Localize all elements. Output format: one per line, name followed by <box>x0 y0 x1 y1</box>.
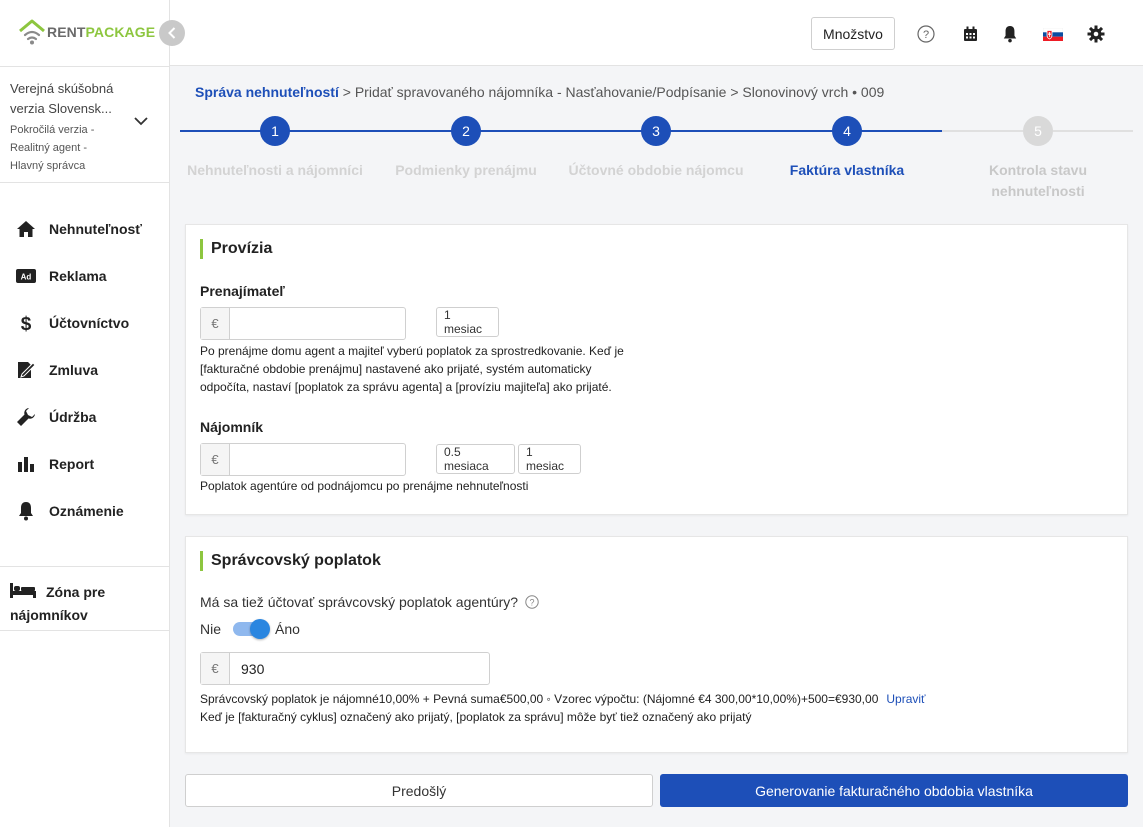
svg-text:Ad: Ad <box>21 272 32 281</box>
ad-icon: Ad <box>15 265 37 287</box>
bar-chart-icon <box>15 453 37 475</box>
sidebar-item-label: Údržba <box>49 408 97 425</box>
sidebar-item-report[interactable]: Report <box>0 440 170 487</box>
sidebar-item-ads[interactable]: Ad Reklama <box>0 252 170 299</box>
svg-text:?: ? <box>529 597 534 607</box>
management-fee-toggle-row: Nie Áno <box>200 619 300 639</box>
step-number: 5 <box>1023 116 1053 146</box>
edit-formula-link[interactable]: Upraviť <box>886 692 925 706</box>
management-fee-note: Keď je [fakturačný cyklus] označený ako … <box>200 710 752 724</box>
tenant-commission-input[interactable]: € <box>200 443 406 476</box>
bell-icon[interactable] <box>1000 24 1020 44</box>
calendar-icon[interactable] <box>960 24 980 44</box>
contract-icon <box>15 359 37 381</box>
step-number: 2 <box>451 116 481 146</box>
chevron-down-icon[interactable] <box>134 117 148 126</box>
breadcrumb-link-property-management[interactable]: Správa nehnuteľností <box>195 84 339 100</box>
sidebar-item-label: Report <box>49 455 95 472</box>
sidebar-item-tenant-zone[interactable]: Zóna pre nájomníkov <box>0 566 170 631</box>
tenant-commission-value[interactable] <box>230 444 405 475</box>
account-role: Pokročilá verzia - Realitný agent - Hlav… <box>10 124 95 172</box>
step-4[interactable]: 4 Faktúra vlastníka <box>752 116 942 181</box>
sidebar-item-label: Zmluva <box>49 361 99 378</box>
currency-prefix: € <box>201 308 230 339</box>
account-switcher[interactable]: Verejná skúšobná verzia Slovensk... Pokr… <box>0 66 170 183</box>
management-fee-input[interactable]: € 930 <box>200 652 490 685</box>
currency-prefix: € <box>201 653 230 684</box>
sidebar-collapse-button[interactable] <box>159 20 185 46</box>
management-fee-question-text: Má sa tiež účtovať správcovský poplatok … <box>200 594 519 610</box>
sidebar-item-label: Nehnuteľnosť <box>49 220 142 237</box>
slovak-flag-icon[interactable] <box>1043 24 1063 44</box>
svg-text:?: ? <box>923 29 929 41</box>
wrench-icon <box>15 406 37 428</box>
previous-button[interactable]: Predošlý <box>185 774 653 807</box>
toggle-off-label: Nie <box>200 621 222 637</box>
formula-text: Správcovský poplatok je nájomné10,00% + … <box>200 692 879 706</box>
currency-prefix: € <box>201 444 230 475</box>
tenant-help-text: Poplatok agentúre od podnájomcu po prená… <box>200 479 529 493</box>
generate-owner-billing-button[interactable]: Generovanie fakturačného obdobia vlastní… <box>660 774 1128 807</box>
step-label: Účtovné obdobie nájomcu <box>568 162 744 178</box>
step-3[interactable]: 3 Účtovné obdobie nájomcu <box>561 116 751 181</box>
tenant-label: Nájomník <box>200 419 264 435</box>
logo[interactable]: RENTPACKAGE <box>17 18 155 46</box>
commission-title: Provízia <box>200 239 272 259</box>
step-label: Faktúra vlastníka <box>789 162 905 178</box>
sidebar: RENTPACKAGE Verejná skúšobná verzia Slov… <box>0 0 170 827</box>
step-5[interactable]: 5 Kontrola stavu nehnuteľnosti <box>943 116 1133 202</box>
home-icon <box>15 218 37 240</box>
tenant-chip-1-month[interactable]: 1 mesiac <box>518 444 581 474</box>
logo-text: RENTPACKAGE <box>47 24 156 40</box>
sidebar-item-notifications[interactable]: Oznámenie <box>0 487 170 534</box>
step-label: Podmienky prenájmu <box>395 162 537 178</box>
management-fee-value[interactable]: 930 <box>230 653 489 684</box>
svg-text:$: $ <box>21 314 32 333</box>
sidebar-item-label: Oznámenie <box>49 502 124 519</box>
chevron-left-icon <box>168 27 176 39</box>
management-fee-question: Má sa tiež účtovať správcovský poplatok … <box>200 594 539 610</box>
landlord-chip-1-month[interactable]: 1 mesiac <box>436 307 499 337</box>
help-icon[interactable]: ? <box>916 24 936 44</box>
breadcrumb-path: > Pridať spravovaného nájomníka - Nasťah… <box>338 84 885 100</box>
commission-card: Provízia Prenajímateľ € 1 mesiac Po pren… <box>185 224 1128 515</box>
topbar: Množstvo ? <box>170 0 1143 66</box>
dollar-icon: $ <box>15 312 37 334</box>
sidebar-item-label: Účtovníctvo <box>49 314 130 331</box>
landlord-label: Prenajímateľ <box>200 283 285 299</box>
step-number: 3 <box>641 116 671 146</box>
gear-icon[interactable] <box>1086 24 1106 44</box>
sidebar-item-property[interactable]: Nehnuteľnosť <box>0 205 170 252</box>
step-1[interactable]: 1 Nehnuteľnosti a nájomníci <box>180 116 370 181</box>
account-name: Verejná skúšobná verzia Slovensk... <box>10 81 114 116</box>
help-icon[interactable]: ? <box>525 595 539 609</box>
quantity-button[interactable]: Množstvo <box>811 17 895 50</box>
sidebar-nav: Nehnuteľnosť Ad Reklama $ Účtovníctvo Zm… <box>0 205 170 534</box>
sidebar-item-maintenance[interactable]: Údržba <box>0 393 170 440</box>
sidebar-item-label: Reklama <box>49 267 107 284</box>
landlord-commission-value[interactable] <box>230 308 405 339</box>
step-number: 4 <box>832 116 862 146</box>
step-label: Kontrola stavu nehnuteľnosti <box>988 162 1087 199</box>
bell-icon <box>15 500 37 522</box>
management-fee-title: Správcovský poplatok <box>200 551 381 571</box>
sidebar-item-accounting[interactable]: $ Účtovníctvo <box>0 299 170 346</box>
management-fee-card: Správcovský poplatok Má sa tiež účtovať … <box>185 536 1128 753</box>
management-fee-toggle[interactable] <box>233 619 271 639</box>
toggle-knob <box>250 619 271 639</box>
tenant-chip-half-month[interactable]: 0.5 mesiaca <box>436 444 515 474</box>
landlord-help-text: Po prenájme domu agent a majiteľ vyberú … <box>200 344 624 394</box>
bed-icon <box>10 582 36 604</box>
wifi-house-logo-icon <box>19 19 45 45</box>
breadcrumb: Správa nehnuteľností > Pridať spravované… <box>195 84 884 100</box>
step-2[interactable]: 2 Podmienky prenájmu <box>371 116 561 181</box>
sidebar-item-contract[interactable]: Zmluva <box>0 346 170 393</box>
landlord-commission-input[interactable]: € <box>200 307 406 340</box>
management-fee-formula: Správcovský poplatok je nájomné10,00% + … <box>200 690 926 708</box>
toggle-on-label: Áno <box>275 621 300 637</box>
progress-stepper: 1 Nehnuteľnosti a nájomníci 2 Podmienky … <box>180 116 1133 206</box>
step-label: Nehnuteľnosti a nájomníci <box>187 162 363 178</box>
step-number: 1 <box>260 116 290 146</box>
